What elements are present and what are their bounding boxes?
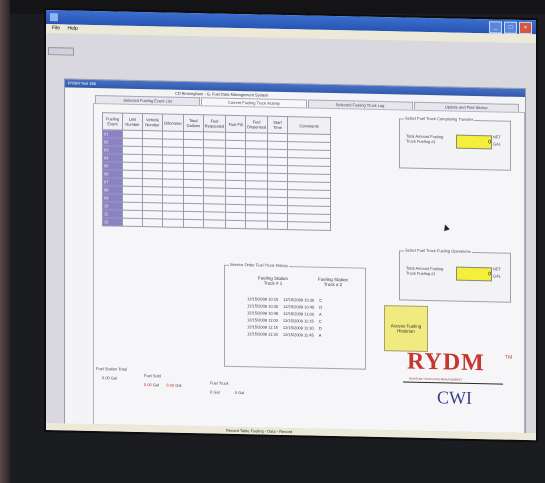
column-header[interactable]: Unit Number [122,113,143,131]
table-cell[interactable] [142,218,163,227]
table-cell[interactable] [183,219,204,228]
rydm-logo: RYDM TM RANSOM YOUR DATA MANAGEMENT CWI [399,348,519,421]
fuel-truck-unit-b: Gal [238,390,245,396]
fuel-truck-group: Fuel Truck 0 Gal 0 Gal [210,380,244,395]
history-cell: 12/15/2009 10:45 [247,310,279,316]
fueling-bottom-value[interactable]: 0 [456,266,492,282]
history-row: 12/15/2009 11:30 12/15/2009 11:45 A [247,331,326,338]
logo-divider [403,381,503,385]
history-col2-header: Fueling Station Truck # 2 [317,276,349,288]
fueling-bottom-unit-gal: GAL [493,273,502,279]
fueling-bottom-field-label: Total Amount Fueling Truck Fueling #1 [406,265,444,277]
history-cell: 12/15/2009 11:15 [247,324,278,330]
mdi-workspace: RYDM Test 188 CD Birmingham - G. Fuel Da… [46,33,536,436]
history-cell: 12/15/2009 11:30 [282,324,314,331]
column-header[interactable]: Vehicle Number [142,113,163,131]
history-cell: 12/15/2009 11:00 [283,310,314,317]
child-window-titlebar: RYDM Test 188 [65,79,525,98]
logo-rydm-text: RYDM [407,348,485,377]
history-row: 12/15/2009 10:30 12/15/2009 10:45 D [247,303,327,310]
fuel-truck-value-b: 0 [234,389,237,395]
column-header[interactable]: Start Time [267,116,288,134]
fuel-sold-unit-b: Gal [175,382,182,388]
history-cell: 12/15/2009 10:45 [283,303,315,310]
history-cell: C [319,297,323,303]
history-cell: 12/15/2009 10:30 [283,296,315,303]
table-cell[interactable] [225,220,246,229]
history-panel-title: Service Order Fuel Truck History [229,261,290,269]
fuel-sold-group: Fuel Sold 0.00 Gal 0.00 Gal [144,373,181,388]
table-body: 01 02 03 04 05 06 07 08 09 10 11 12 [102,129,331,231]
table-cell[interactable]: 12 [102,217,123,227]
app-icon [50,13,58,22]
fueling-bottom-group-label: Select Fuel Truck Fueling Operations [404,247,472,254]
history-row: 12/15/2009 11:15 12/15/2009 11:30 D [247,324,327,331]
fuel-station-total-label: Fuel Station Total [96,366,127,372]
column-header[interactable]: Total Gallons [183,114,204,132]
fuel-truck-label: Fuel Truck [210,380,229,386]
table-cell[interactable] [245,220,268,230]
column-header[interactable]: Fuel Fill [225,115,246,133]
column-header[interactable]: Comments [287,116,331,135]
table-cell[interactable] [267,221,288,230]
table-cell[interactable] [203,219,226,229]
maximize-icon[interactable]: □ [504,21,517,34]
fueling-top-unit-net: NET [493,134,501,140]
history-cell: C [318,318,322,324]
logo-cwi-text: CWI [437,387,472,408]
column-header[interactable]: Fuel Dispensed [245,115,268,134]
history-cell: D [319,304,323,310]
fueling-top-unit-gal: GAL [493,141,502,147]
table-cell[interactable] [122,218,143,227]
fuel-station-total-value: 0.00 Gal [102,375,118,381]
fueling-top-field-label: Total Amount Fueling Truck Fueling #1 [406,133,444,145]
minimize-icon[interactable]: _ [489,21,502,34]
child-window-title: RYDM Test 188 [68,80,96,87]
column-header[interactable]: Fueling Event [102,112,123,131]
close-icon[interactable]: × [519,21,532,35]
access-fueling-historian-button[interactable]: Access Fueling Historian [384,305,428,353]
column-header[interactable]: Odometer [162,113,184,132]
history-cell: 12/15/2009 11:00 [247,317,278,323]
table-cell[interactable] [162,218,184,228]
fueling-top-group: Select Fuel Truck Completing Transfer To… [399,115,511,171]
history-row: 12/15/2009 10:15 12/15/2009 10:30 C [247,296,327,303]
monitor-screen: _ □ × File Help RYDM Test 188 CD Birming… [46,10,536,441]
fuel-station-total-group: Fuel Station Total 0.00 Gal [96,366,127,381]
status-text: Record Table Fueling - Data - Record [226,427,293,435]
menu-help[interactable]: Help [67,25,77,31]
tab-panel: Fueling Event Unit Number Vehicle Number… [93,102,525,435]
minimized-window[interactable] [48,47,74,56]
history-cell: 12/15/2009 11:15 [282,317,314,324]
history-cell: 12/15/2009 11:45 [282,331,314,338]
table-cell[interactable] [287,221,331,231]
fueling-top-value[interactable]: 0 [456,134,492,150]
history-cell: 12/15/2009 10:15 [247,296,279,302]
fuel-truck-unit-a: Gal [213,389,220,395]
fuel-truck-history-panel: Service Order Fuel Truck History Fueling… [224,261,366,370]
child-window: RYDM Test 188 CD Birmingham - G. Fuel Da… [64,78,526,436]
window-controls: _ □ × [489,21,532,35]
history-cell: A [318,332,322,338]
history-cell: 12/15/2009 10:30 [247,303,279,309]
fueling-bottom-unit-net: NET [493,266,501,272]
history-cell: 12/15/2009 11:30 [247,331,278,337]
fueling-bottom-group: Select Fuel Truck Fueling Operations Tot… [399,247,511,303]
logo-tm: TM [505,354,513,361]
column-header[interactable]: Fuel Requested [203,114,226,133]
menu-file[interactable]: File [52,25,60,31]
history-cell: D [318,325,322,331]
fuel-sold-label: Fuel Sold [144,373,161,379]
fuel-truck-value-a: 0 [210,389,213,395]
fuel-sold-value-b: 0.00 [166,382,175,388]
history-row: 12/15/2009 11:00 12/15/2009 11:15 C [247,317,327,324]
history-cell: A [318,311,322,317]
fuel-sold-unit-a: Gal [152,382,160,388]
fueling-top-group-label: Select Fuel Truck Completing Transfer [404,115,475,122]
monitor-bezel-left [0,0,10,483]
fueling-events-table: Fueling Event Unit Number Vehicle Number… [102,112,331,231]
history-row: 12/15/2009 10:45 12/15/2009 11:00 A [247,310,327,317]
history-col1-header: Fueling Station Truck # 1 [257,275,289,286]
fuel-sold-value-a: 0.00 [144,382,152,388]
